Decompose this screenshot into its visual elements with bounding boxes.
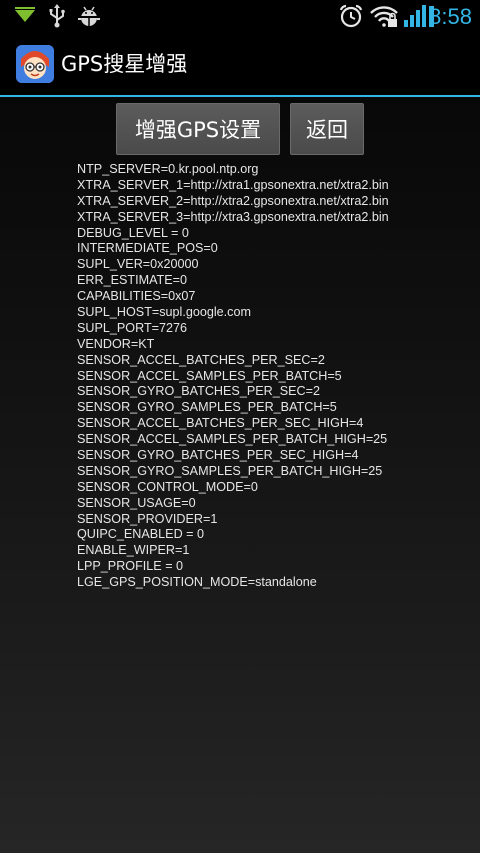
config-line: SENSOR_GYRO_BATCHES_PER_SEC=2	[77, 384, 320, 399]
config-line: SUPL_PORT=7276	[77, 320, 188, 335]
config-line: SENSOR_PROVIDER=1	[77, 511, 218, 526]
config-line: LPP_PROFILE = 0	[77, 559, 184, 574]
config-line: ERR_ESTIMATE=0	[77, 273, 187, 288]
back-button[interactable]: 返回	[290, 103, 364, 155]
config-line: XTRA_SERVER_3=http://xtra3.gpsonextra.ne…	[77, 209, 389, 224]
config-line: SENSOR_ACCEL_BATCHES_PER_SEC_HIGH=4	[77, 416, 364, 431]
android-bug-icon	[76, 3, 102, 29]
config-line: NTP_SERVER=0.kr.pool.ntp.org	[77, 162, 259, 176]
config-line: XTRA_SERVER_2=http://xtra2.gpsonextra.ne…	[77, 193, 389, 208]
config-line: INTERMEDIATE_POS=0	[77, 241, 218, 256]
config-line: SENSOR_GYRO_SAMPLES_PER_BATCH_HIGH=25	[77, 463, 383, 478]
title-divider	[0, 95, 480, 97]
config-line: SENSOR_CONTROL_MODE=0	[77, 479, 258, 494]
config-line: SENSOR_ACCEL_BATCHES_PER_SEC=2	[77, 352, 325, 367]
enhance-gps-settings-button[interactable]: 增强GPS设置	[116, 103, 280, 155]
status-bar: 8:58	[0, 0, 480, 33]
status-time: 8:58	[429, 4, 472, 29]
config-line: ENABLE_WIPER=1	[77, 543, 190, 558]
app-icon[interactable]	[16, 45, 54, 83]
signal-bars-icon	[402, 3, 428, 29]
alarm-clock-icon	[338, 3, 364, 29]
config-line: DEBUG_LEVEL = 0	[77, 225, 189, 240]
config-line: SENSOR_ACCEL_SAMPLES_PER_BATCH=5	[77, 368, 342, 383]
gps-config-list: NTP_SERVER=0.kr.pool.ntp.org XTRA_SERVER_…	[77, 162, 472, 591]
config-line: XTRA_SERVER_1=http://xtra1.gpsonextra.ne…	[77, 177, 389, 192]
usb-icon	[46, 3, 68, 29]
title-bar: GPS搜星增强	[0, 33, 480, 95]
config-line: QUIPC_ENABLED = 0	[77, 527, 205, 542]
config-line: SENSOR_GYRO_SAMPLES_PER_BATCH=5	[77, 400, 337, 415]
config-line: SENSOR_ACCEL_SAMPLES_PER_BATCH_HIGH=25	[77, 432, 388, 447]
config-line: CAPABILITIES=0x07	[77, 289, 196, 304]
config-line: SENSOR_USAGE=0	[77, 495, 196, 510]
phone-screen: 8:58 GPS搜星增强 增强GPS设置 返回 NTP_SERVER=0.kr.…	[0, 0, 480, 853]
config-line: LGE_GPS_POSITION_MODE=standalone	[77, 575, 317, 590]
config-line: SUPL_VER=0x20000	[77, 257, 199, 272]
config-line: VENDOR=KT	[77, 336, 155, 351]
config-line: SENSOR_GYRO_BATCHES_PER_SEC_HIGH=4	[77, 448, 359, 463]
wifi-locked-icon	[368, 3, 400, 29]
download-arrow-icon	[12, 3, 38, 29]
app-title: GPS搜星增强	[61, 52, 188, 76]
config-line: SUPL_HOST=supl.google.com	[77, 305, 251, 320]
